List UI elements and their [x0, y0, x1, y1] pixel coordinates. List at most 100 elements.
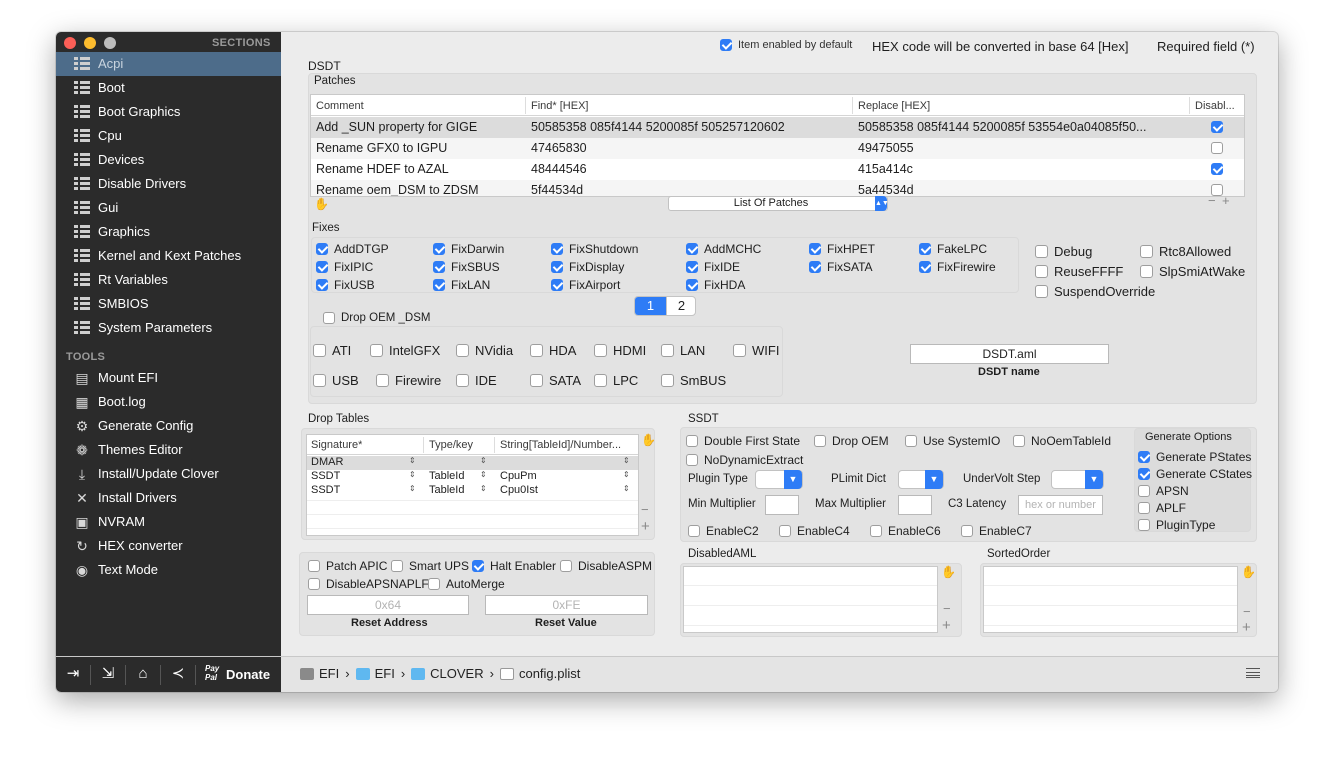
add-disabled-aml-button[interactable]: + — [942, 617, 951, 634]
plimit-dict-popup[interactable]: ▼ — [898, 470, 944, 489]
col-type-key[interactable]: Type/key — [429, 439, 473, 451]
dsm-lpc-checkbox[interactable]: LPC — [594, 373, 638, 388]
patch-row[interactable]: Rename oem_DSM to ZDSM 5f44534d 5a44534d — [311, 180, 1244, 196]
fix-fixlan-checkbox[interactable]: FixLAN — [433, 278, 490, 292]
add-drop-table-button[interactable]: + — [641, 518, 650, 535]
aplf-checkbox[interactable]: APLF — [1138, 501, 1186, 515]
stepper-icon[interactable]: ⇕ — [480, 456, 487, 465]
col-comment[interactable]: Comment — [316, 100, 364, 112]
fix-fixide-checkbox[interactable]: FixIDE — [686, 260, 740, 274]
tool-item-mount-efi[interactable]: ▤ Mount EFI — [56, 366, 281, 390]
sorted-order-drag-icon[interactable]: ✋ — [1241, 565, 1256, 579]
c3-latency-input[interactable]: hex or number — [1018, 495, 1103, 515]
tool-item-generate-config[interactable]: ⚙ Generate Config — [56, 414, 281, 438]
stepper-icon[interactable]: ⇕ — [623, 456, 630, 465]
stepper-icon[interactable]: ⇕ — [623, 470, 630, 479]
disabled-aml-list[interactable] — [683, 566, 938, 633]
zoom-window-button[interactable] — [104, 37, 116, 49]
sidebar-item-devices[interactable]: Devices — [56, 148, 281, 172]
add-patch-button[interactable]: + — [1222, 193, 1230, 208]
enablec4-checkbox[interactable]: EnableC4 — [779, 524, 850, 538]
list-of-patches-popup[interactable]: List Of Patches ▲▼ — [668, 196, 889, 211]
patch-row[interactable]: Rename HDEF to AZAL 48444546 415a414c — [311, 159, 1244, 180]
fix-fixhpet-checkbox[interactable]: FixHPET — [809, 242, 875, 256]
disabled-aml-drag-icon[interactable]: ✋ — [941, 565, 956, 579]
min-multiplier-input[interactable] — [765, 495, 799, 515]
dsm-wifi-checkbox[interactable]: WIFI — [733, 343, 779, 358]
path-segment[interactable]: EFI › — [355, 666, 405, 681]
close-window-button[interactable] — [64, 37, 76, 49]
remove-disabled-aml-button[interactable]: − — [943, 601, 951, 616]
dsdt-name-input[interactable]: DSDT.aml — [910, 344, 1109, 364]
stepper-icon[interactable]: ⇕ — [409, 484, 416, 493]
sidebar-item-kernel-and-kext-patches[interactable]: Kernel and Kext Patches — [56, 244, 281, 268]
fix-fixipic-checkbox[interactable]: FixIPIC — [316, 260, 373, 274]
col-string[interactable]: String[TableId]/Number... — [500, 439, 635, 451]
slpsmiatwake-checkbox[interactable]: SlpSmiAtWake — [1140, 264, 1245, 279]
path-segment[interactable]: CLOVER › — [411, 666, 494, 681]
share-icon[interactable]: ≺ — [169, 665, 187, 683]
sidebar-item-boot[interactable]: Boot — [56, 76, 281, 100]
dsm-ati-checkbox[interactable]: ATI — [313, 343, 351, 358]
export-icon[interactable]: ⇲ — [99, 665, 117, 683]
fix-fixusb-checkbox[interactable]: FixUSB — [316, 278, 375, 292]
path-segment[interactable]: EFI › — [300, 666, 350, 681]
stepper-icon[interactable]: ⇕ — [480, 470, 487, 479]
drop-tables-drag-icon[interactable]: ✋ — [641, 433, 656, 447]
remove-patch-button[interactable]: − — [1208, 193, 1216, 208]
dsm-nvidia-checkbox[interactable]: NVidia — [456, 343, 513, 358]
sidebar-item-graphics[interactable]: Graphics — [56, 220, 281, 244]
patch-row[interactable]: Rename GFX0 to IGPU 47465830 49475055 — [311, 138, 1244, 159]
sorted-order-list[interactable] — [983, 566, 1238, 633]
dsm-ide-checkbox[interactable]: IDE — [456, 373, 497, 388]
home-icon[interactable]: ⌂ — [134, 665, 152, 683]
tool-item-boot-log[interactable]: ▦ Boot.log — [56, 390, 281, 414]
col-signature[interactable]: Signature* — [311, 439, 362, 451]
rtc8allowed-checkbox[interactable]: Rtc8Allowed — [1140, 244, 1231, 259]
drop-oem-checkbox[interactable]: Drop OEM — [814, 434, 889, 448]
col-replace[interactable]: Replace [HEX] — [858, 100, 930, 112]
minimize-window-button[interactable] — [84, 37, 96, 49]
nodynamicextract-checkbox[interactable]: NoDynamicExtract — [686, 453, 803, 467]
dsm-firewire-checkbox[interactable]: Firewire — [376, 373, 441, 388]
nooemtableid-checkbox[interactable]: NoOemTableId — [1013, 434, 1111, 448]
sidebar-item-disable-drivers[interactable]: Disable Drivers — [56, 172, 281, 196]
generate-cstates-checkbox[interactable]: Generate CStates — [1138, 467, 1252, 481]
reuseffff-checkbox[interactable]: ReuseFFFF — [1035, 264, 1123, 279]
automerge-checkbox[interactable]: AutoMerge — [428, 577, 505, 591]
patch-apic-checkbox[interactable]: Patch APIC — [308, 559, 387, 573]
fix-fixsbus-checkbox[interactable]: FixSBUS — [433, 260, 500, 274]
col-find[interactable]: Find* [HEX] — [531, 100, 588, 112]
dsm-sata-checkbox[interactable]: SATA — [530, 373, 581, 388]
reset-address-input[interactable]: 0x64 — [307, 595, 469, 615]
dsm-intelgfx-checkbox[interactable]: IntelGFX — [370, 343, 440, 358]
patch-disabled-checkbox[interactable] — [1211, 121, 1229, 133]
fix-addmchc-checkbox[interactable]: AddMCHC — [686, 242, 761, 256]
tool-item-hex-converter[interactable]: ↻ HEX converter — [56, 534, 281, 558]
drop-table-row[interactable]: DMAR ⇕ ⇕ ⇕ — [307, 456, 638, 470]
patch-disabled-checkbox[interactable] — [1211, 163, 1229, 175]
page-2-tab[interactable]: 2 — [666, 297, 695, 315]
smart-ups-checkbox[interactable]: Smart UPS — [391, 559, 469, 573]
menu-lines-icon[interactable] — [1246, 668, 1260, 678]
max-multiplier-input[interactable] — [898, 495, 932, 515]
reset-value-input[interactable]: 0xFE — [485, 595, 648, 615]
plugin-type-popup[interactable]: ▼ — [755, 470, 803, 489]
add-sorted-order-button[interactable]: + — [1242, 619, 1251, 636]
fix-fixdarwin-checkbox[interactable]: FixDarwin — [433, 242, 504, 256]
enablec6-checkbox[interactable]: EnableC6 — [870, 524, 941, 538]
remove-sorted-order-button[interactable]: − — [1243, 604, 1251, 619]
stepper-icon[interactable]: ⇕ — [409, 470, 416, 479]
enablec7-checkbox[interactable]: EnableC7 — [961, 524, 1032, 538]
tool-item-install-drivers[interactable]: ✕ Install Drivers — [56, 486, 281, 510]
tool-item-text-mode[interactable]: ◉ Text Mode — [56, 558, 281, 582]
use-systemio-checkbox[interactable]: Use SystemIO — [905, 434, 1000, 448]
double-first-state-checkbox[interactable]: Double First State — [686, 434, 800, 448]
generate-pstates-checkbox[interactable]: Generate PStates — [1138, 450, 1251, 464]
sidebar-item-system-parameters[interactable]: System Parameters — [56, 316, 281, 340]
fix-fixsata-checkbox[interactable]: FixSATA — [809, 260, 873, 274]
suspendoverride-checkbox[interactable]: SuspendOverride — [1035, 284, 1155, 299]
dsm-hda-checkbox[interactable]: HDA — [530, 343, 576, 358]
fix-adddtgp-checkbox[interactable]: AddDTGP — [316, 242, 389, 256]
fix-fixairport-checkbox[interactable]: FixAirport — [551, 278, 620, 292]
